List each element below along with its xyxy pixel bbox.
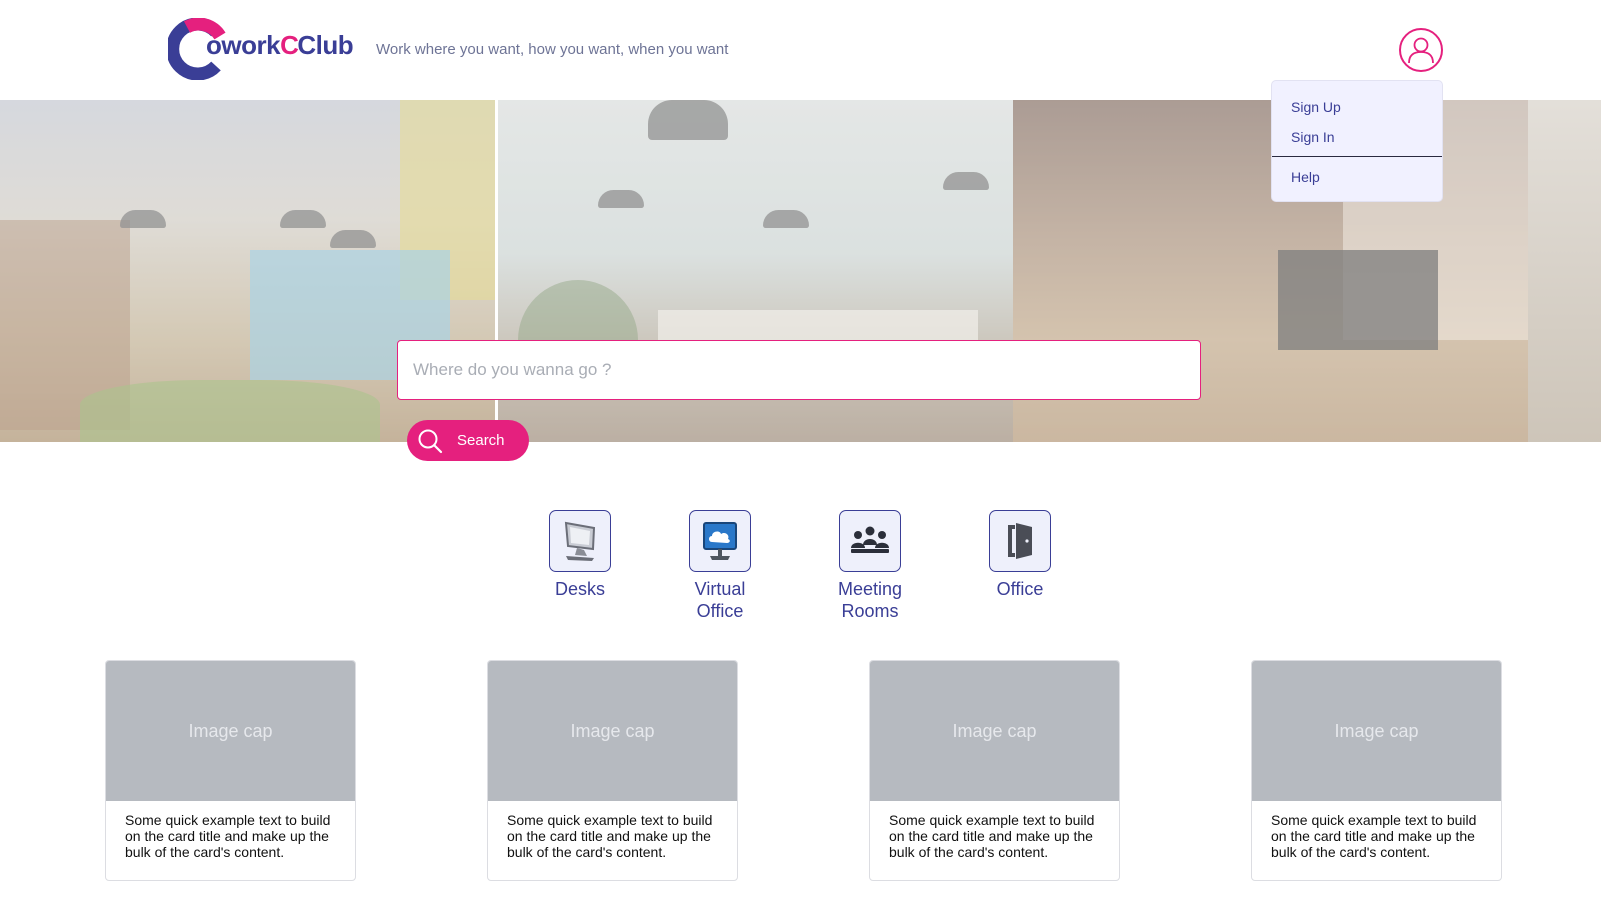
listing-card[interactable]: Image cap Some quick example text to bui…	[869, 660, 1120, 881]
logo-club-rest: Club	[297, 30, 354, 60]
search-icon	[418, 429, 443, 453]
search-button-label: Search	[457, 432, 505, 449]
search-input[interactable]	[397, 340, 1201, 400]
category-office[interactable]: Office	[970, 510, 1070, 600]
logo-club-initial: C	[280, 30, 299, 60]
card-text: Some quick example text to build on the …	[507, 812, 713, 860]
card-image-cap: Image cap	[870, 661, 1119, 801]
computer-icon	[564, 521, 596, 561]
card-text: Some quick example text to build on the …	[889, 812, 1095, 860]
card-text: Some quick example text to build on the …	[125, 812, 331, 860]
category-virtual-office[interactable]: Virtual Office	[670, 510, 770, 622]
listing-card[interactable]: Image cap Some quick example text to bui…	[487, 660, 738, 881]
category-virtual-office-tile[interactable]	[689, 510, 751, 572]
user-dropdown-menu: Sign Up Sign In Help	[1271, 80, 1443, 202]
listing-card[interactable]: Image cap Some quick example text to bui…	[105, 660, 356, 881]
cowork-club-logo[interactable]: oworkCClub	[168, 18, 354, 80]
door-icon	[1008, 523, 1032, 559]
menu-divider	[1272, 156, 1442, 157]
category-desks-tile[interactable]	[549, 510, 611, 572]
card-image-cap: Image cap	[106, 661, 355, 801]
user-menu-button[interactable]	[1399, 28, 1443, 72]
menu-item-sign-in[interactable]: Sign In	[1291, 129, 1335, 145]
listing-card[interactable]: Image cap Some quick example text to bui…	[1251, 660, 1502, 881]
category-office-tile[interactable]	[989, 510, 1051, 572]
logo-text: oworkCClub	[206, 30, 354, 61]
category-meeting-rooms-label: Meeting Rooms	[837, 579, 903, 621]
cloud-monitor-icon	[703, 522, 737, 560]
card-image-cap: Image cap	[488, 661, 737, 801]
tagline: Work where you want, how you want, when …	[376, 41, 729, 58]
menu-item-sign-up[interactable]: Sign Up	[1291, 99, 1341, 115]
category-desks-label: Desks	[554, 579, 605, 599]
group-icon	[851, 526, 889, 553]
card-image-cap: Image cap	[1252, 661, 1501, 801]
menu-item-help[interactable]: Help	[1291, 169, 1320, 185]
category-virtual-office-label: Virtual Office	[694, 579, 746, 621]
search-button[interactable]: Search	[407, 420, 529, 461]
category-desks[interactable]: Desks	[530, 510, 630, 600]
category-meeting-rooms-tile[interactable]	[839, 510, 901, 572]
category-meeting-rooms[interactable]: Meeting Rooms	[820, 510, 920, 622]
user-icon	[1408, 37, 1434, 64]
logo-word: owork	[206, 30, 281, 60]
card-text: Some quick example text to build on the …	[1271, 812, 1477, 860]
category-office-label: Office	[996, 579, 1044, 599]
